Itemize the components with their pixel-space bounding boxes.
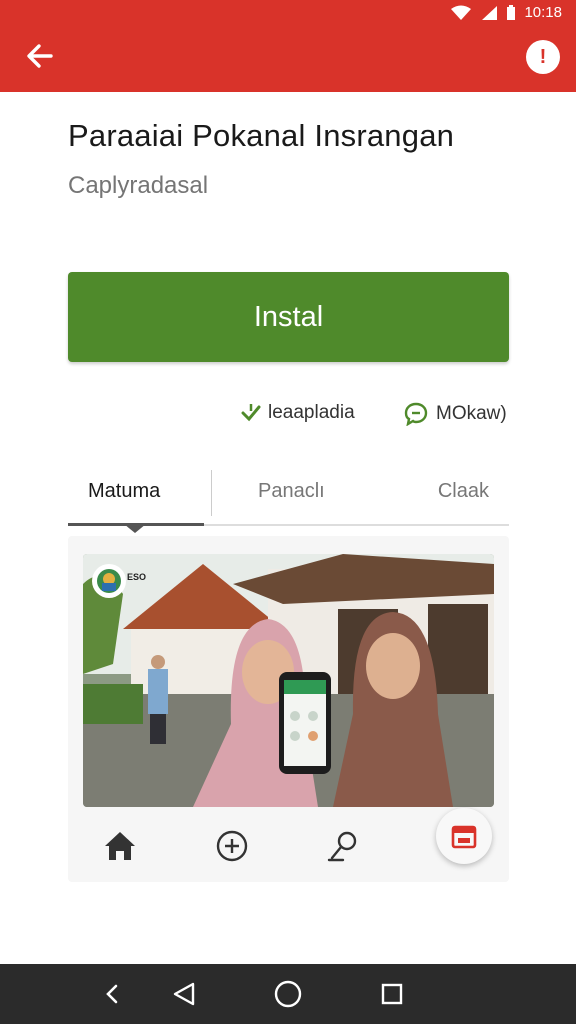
home-icon (105, 832, 135, 860)
system-back-button[interactable] (94, 976, 130, 1012)
system-home-button[interactable] (270, 976, 306, 1012)
tab-divider (211, 470, 212, 516)
check-download-icon (241, 404, 261, 422)
screenshot-card: ESO (68, 536, 509, 882)
plus-circle-icon (216, 830, 248, 862)
calendar-icon (451, 825, 477, 849)
info-button[interactable]: ! (526, 40, 560, 74)
arrow-left-icon (27, 44, 53, 68)
square-recents-icon (381, 983, 403, 1005)
back-button[interactable] (22, 38, 58, 74)
system-nav-bar (0, 964, 576, 1024)
install-button[interactable]: Instal (68, 272, 509, 362)
battery-icon (507, 4, 516, 20)
triangle-back-icon (173, 982, 195, 1006)
photo-illustration (83, 554, 494, 807)
card-nav-row (68, 808, 509, 874)
calendar-button[interactable] (436, 808, 492, 864)
system-recents-button[interactable] (374, 976, 410, 1012)
app-developer[interactable]: Caplyradasal (68, 172, 208, 200)
reviews-label: MOkaw) (436, 403, 507, 424)
logo-badge-text: ESO (127, 572, 147, 582)
home-button[interactable] (100, 826, 140, 866)
signal-icon (482, 5, 498, 20)
app-screenshot-photo[interactable]: ESO (83, 554, 494, 807)
tab-bar: Matuma Panaclı Claak (68, 466, 509, 533)
meta-row: leaapladia MOkaw) (0, 402, 576, 434)
app-bar: 10:18 ! (0, 0, 576, 92)
download-label: leaapladia (268, 402, 355, 423)
search-button[interactable] (324, 826, 364, 866)
tab-indicator-caret (124, 524, 146, 533)
app-logo-badge (92, 564, 126, 598)
add-button[interactable] (212, 826, 252, 866)
chat-bubble-icon (404, 402, 428, 426)
screen: 10:18 ! Paraaiai Pokanal Insrangan Caply… (0, 0, 576, 1024)
tab-2[interactable]: Panaclı (258, 480, 325, 503)
status-time: 10:18 (524, 4, 562, 21)
tab-3[interactable]: Claak (438, 480, 489, 503)
tab-1[interactable]: Matuma (88, 480, 160, 503)
status-bar: 10:18 (450, 4, 562, 21)
logo-icon (97, 569, 121, 593)
chevron-left-icon (106, 984, 118, 1004)
circle-home-icon (274, 980, 302, 1008)
app-title: Paraaiai Pokanal Insrangan (68, 118, 455, 153)
reviews-info[interactable]: MOkaw) (404, 402, 507, 426)
search-icon (327, 831, 357, 862)
download-info[interactable]: leaapladia (240, 402, 355, 424)
system-triangle-back-button[interactable] (166, 976, 202, 1012)
wifi-icon (451, 5, 472, 20)
info-icon: ! (539, 45, 547, 68)
